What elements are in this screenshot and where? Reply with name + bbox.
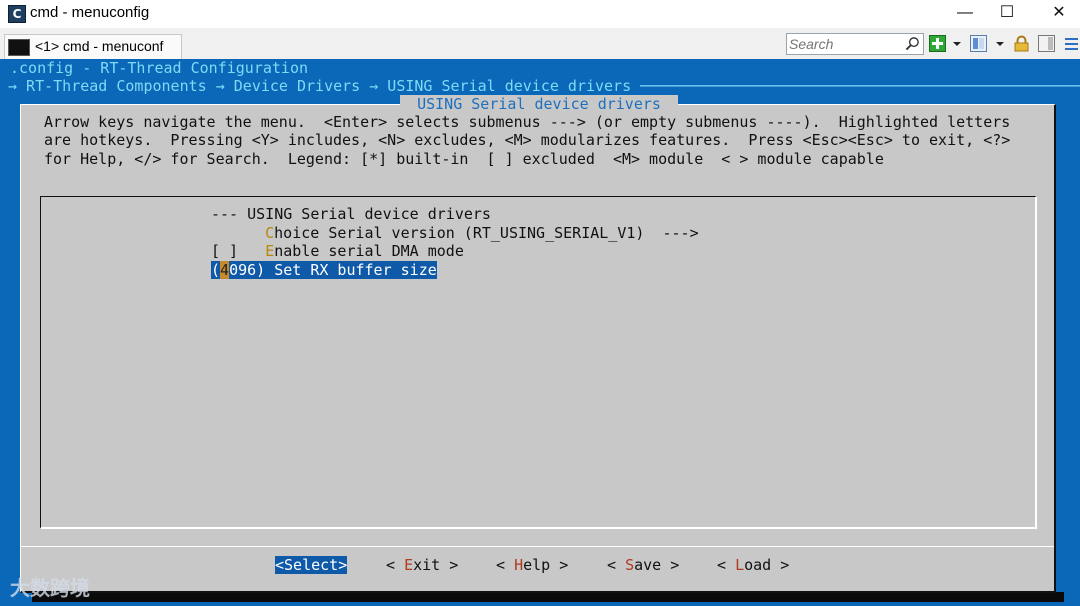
maximize-button[interactable]: ☐ (984, 0, 1030, 28)
add-tab-icon[interactable] (929, 35, 946, 52)
panes-icon[interactable] (970, 35, 987, 52)
exit-button[interactable]: < Exit > (386, 556, 458, 574)
breadcrumb: → RT-Thread Components → Device Drivers … (8, 77, 1080, 95)
dialog-title: USING Serial device drivers (400, 95, 678, 113)
hotkey-letter: E (265, 242, 275, 260)
search-box[interactable] (786, 33, 924, 55)
text-cursor: 4 (220, 261, 230, 279)
app-icon: C (8, 5, 26, 23)
close-button[interactable]: ✕ (1036, 0, 1080, 28)
hamburger-menu-icon[interactable] (1063, 35, 1080, 52)
dialog-shadow (32, 592, 1064, 602)
dropdown-arrow-icon[interactable] (994, 35, 1006, 52)
lock-icon[interactable] (1013, 35, 1030, 52)
menu-list-box (40, 196, 1037, 529)
watermark: 大数跨境 (10, 576, 90, 600)
menu-item-choice-serial-version[interactable]: Choice Serial version (RT_USING_SERIAL_V… (229, 224, 698, 242)
menu-item-rx-buffer-size[interactable]: (4096) Set RX buffer size (211, 261, 437, 279)
hotkey-letter: C (265, 224, 275, 242)
select-button[interactable]: <Select> (275, 556, 348, 574)
help-text-line: for Help, </> for Search. Legend: [*] bu… (44, 150, 884, 168)
dropdown-arrow-icon[interactable] (951, 35, 963, 52)
tab-label: <1> cmd - menuconf (35, 38, 164, 54)
tab-cmd-menuconfig[interactable]: <1> cmd - menuconf (4, 34, 182, 60)
dialog-divider (21, 546, 1054, 547)
help-button[interactable]: < Help > (496, 556, 568, 574)
window-icon[interactable] (1038, 35, 1055, 52)
config-title-line: .config - RT-Thread Configuration (10, 59, 309, 77)
help-text-line: Arrow keys navigate the menu. <Enter> se… (44, 113, 1011, 131)
menu-header-serial-drivers: --- USING Serial device drivers (211, 205, 491, 223)
load-button[interactable]: < Load > (717, 556, 789, 574)
help-text-line: are hotkeys. Pressing <Y> includes, <N> … (44, 131, 1011, 149)
window-title-bar: C cmd - menuconfig — ☐ ✕ (0, 0, 1080, 28)
menu-item-enable-dma[interactable]: [ ] Enable serial DMA mode (211, 242, 464, 260)
search-input[interactable] (789, 34, 901, 54)
minimize-button[interactable]: — (942, 0, 988, 28)
console-icon (8, 39, 30, 56)
save-button[interactable]: < Save > (607, 556, 679, 574)
search-icon[interactable] (905, 36, 920, 51)
window-title: cmd - menuconfig (30, 4, 150, 21)
